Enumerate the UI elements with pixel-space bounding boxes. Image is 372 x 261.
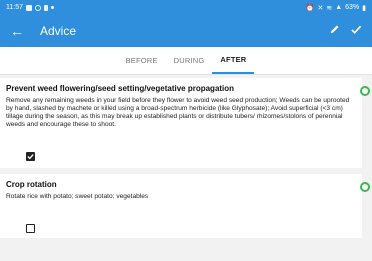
advice-card: Prevent weed flowering/seed setting/vege… xyxy=(0,78,362,168)
status-time: 11:57 xyxy=(6,4,23,11)
status-ring-icon[interactable] xyxy=(360,86,370,96)
gallery-icon xyxy=(26,4,32,11)
advice-description: Rotate rice with potato; sweet potato; v… xyxy=(6,193,149,200)
checkmark-icon xyxy=(27,154,34,160)
page-title: Advice xyxy=(40,24,77,38)
advice-description: Remove any remaining weeds in your field… xyxy=(6,97,350,128)
more-notifications-icon xyxy=(51,6,54,9)
battery-level: 63% xyxy=(345,4,360,11)
back-arrow-icon[interactable]: ← xyxy=(10,23,28,39)
edit-icon[interactable] xyxy=(329,22,340,40)
tab-before[interactable]: BEFORE xyxy=(118,47,166,74)
advice-title: Prevent weed flowering/seed setting/vege… xyxy=(6,84,235,93)
advice-checkbox[interactable] xyxy=(26,224,35,233)
advice-card: Crop rotation Rotate rice with potato; s… xyxy=(0,174,362,238)
signal-icon: ▲ xyxy=(335,4,343,11)
mute-icon: ✕ xyxy=(317,4,324,12)
tab-after[interactable]: AFTER xyxy=(212,47,255,74)
confirm-check-icon[interactable] xyxy=(350,22,362,40)
battery-icon: ▮ xyxy=(362,4,366,12)
tab-bar: BEFORE DURING AFTER xyxy=(0,47,372,75)
tab-during[interactable]: DURING xyxy=(166,47,213,74)
status-ring-icon[interactable] xyxy=(360,182,370,192)
wifi-icon: ≋ xyxy=(326,4,333,12)
status-bar: 11:57 ⏰ ✕ ≋ ▲ 63% ▮ xyxy=(0,0,372,15)
alarm-icon: ⏰ xyxy=(305,4,315,12)
notification-icon xyxy=(44,4,48,11)
advice-checkbox[interactable] xyxy=(26,152,35,161)
sync-icon xyxy=(35,4,41,11)
advice-title: Crop rotation xyxy=(6,180,57,189)
app-bar: ← Advice xyxy=(0,15,372,47)
